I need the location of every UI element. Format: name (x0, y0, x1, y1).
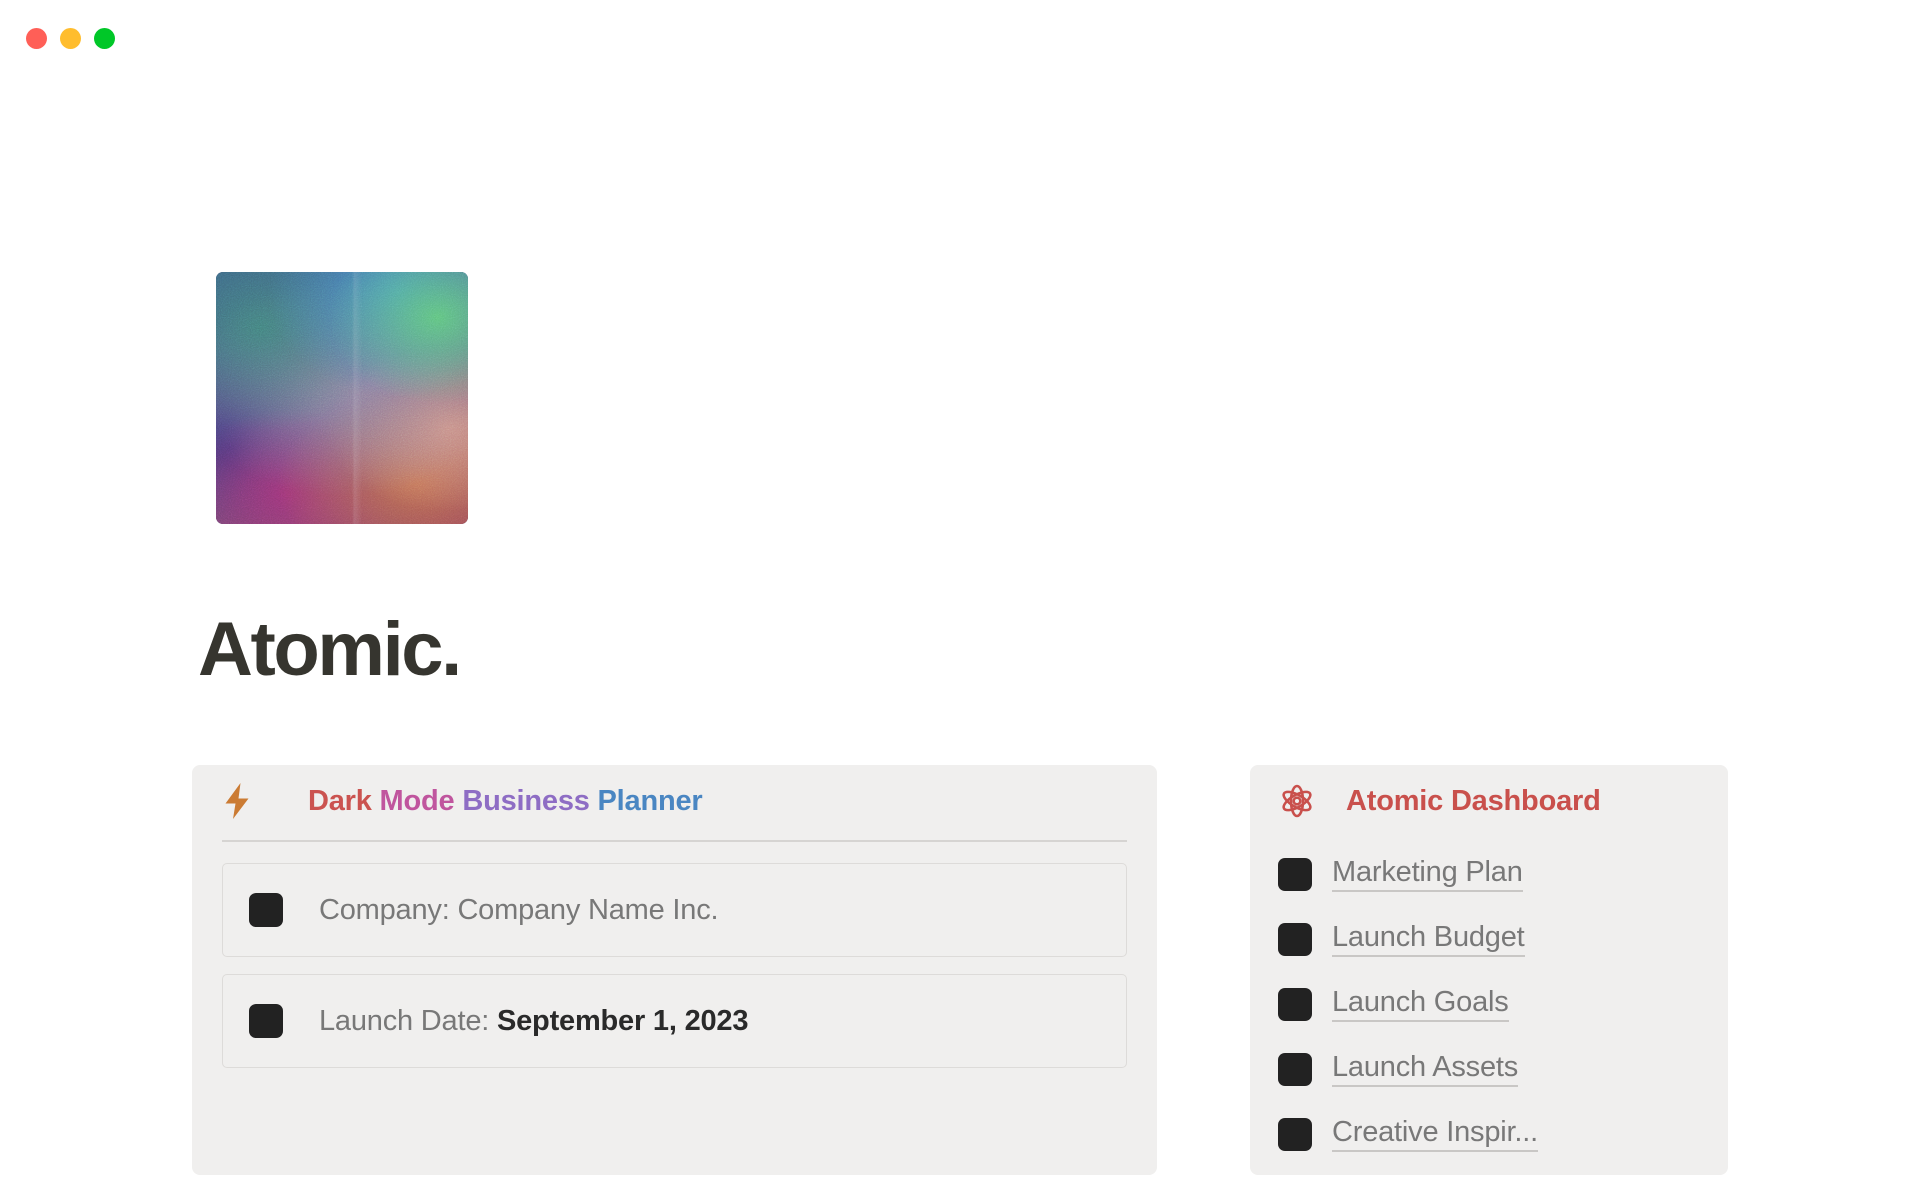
planner-callout-text: Company: Company Name Inc. (319, 894, 718, 927)
cover-grain-texture (216, 272, 468, 524)
dashboard-card: Atomic Dashboard Marketing Plan Launch Bu… (1250, 765, 1728, 1175)
atom-icon (1280, 784, 1322, 818)
planner-card-header: Dark Mode Business Planner (192, 765, 1157, 837)
dashboard-link-label[interactable]: Launch Assets (1332, 1052, 1518, 1086)
page-title: Atomic. (198, 610, 460, 691)
dark-square-icon (1278, 858, 1312, 891)
planner-callout-list: Company: Company Name Inc. Launch Date: S… (192, 842, 1157, 1068)
dark-square-icon (1278, 1118, 1312, 1151)
dashboard-link-label[interactable]: Launch Goals (1332, 987, 1509, 1021)
dashboard-link-list: Marketing Plan Launch Budget Launch Goals L… (1250, 837, 1728, 1167)
dashboard-link-label[interactable]: Launch Budget (1332, 922, 1525, 956)
planner-title-word-2: Mode (380, 785, 455, 817)
dashboard-link-row[interactable]: Launch Budget (1278, 907, 1728, 972)
window-titlebar (0, 0, 1920, 76)
planner-callout-row[interactable]: Launch Date: September 1, 2023 (222, 974, 1127, 1068)
planner-callout-row[interactable]: Company: Company Name Inc. (222, 863, 1127, 957)
dark-square-icon (1278, 1053, 1312, 1086)
lightning-bolt-icon (222, 782, 264, 820)
planner-title-word-4: Business (462, 785, 589, 817)
dark-square-icon (249, 893, 283, 927)
page-root: Atomic. Dark Mode Business Planner Compa… (0, 0, 1920, 1200)
dashboard-link-row[interactable]: Launch Goals (1278, 972, 1728, 1037)
planner-card: Dark Mode Business Planner Company: Comp… (192, 765, 1157, 1175)
dashboard-link-row[interactable]: Marketing Plan (1278, 842, 1728, 907)
dashboard-card-header: Atomic Dashboard (1250, 765, 1728, 837)
planner-title-word-6: Planner (598, 785, 703, 817)
planner-callout-label: Company: (319, 894, 457, 926)
planner-title-word-5 (590, 785, 598, 817)
planner-card-title: Dark Mode Business Planner (308, 785, 703, 818)
planner-title-word-0: Dark (308, 785, 372, 817)
dark-square-icon (1278, 923, 1312, 956)
planner-title-word-1 (372, 785, 380, 817)
planner-callout-label: Launch Date: (319, 1005, 497, 1037)
planner-callout-value: Company Name Inc. (457, 894, 718, 926)
dashboard-card-title: Atomic Dashboard (1346, 785, 1601, 818)
dashboard-link-label[interactable]: Marketing Plan (1332, 857, 1523, 891)
planner-callout-text: Launch Date: September 1, 2023 (319, 1005, 748, 1038)
cover-image[interactable] (216, 272, 468, 524)
dashboard-link-label[interactable]: Creative Inspir... (1332, 1117, 1538, 1151)
dashboard-link-row[interactable]: Launch Assets (1278, 1037, 1728, 1102)
dashboard-link-row[interactable]: Creative Inspir... (1278, 1102, 1728, 1167)
window-minimize-button[interactable] (60, 28, 81, 49)
window-close-button[interactable] (26, 28, 47, 49)
window-maximize-button[interactable] (94, 28, 115, 49)
dark-square-icon (249, 1004, 283, 1038)
planner-callout-value: September 1, 2023 (497, 1005, 748, 1037)
dark-square-icon (1278, 988, 1312, 1021)
